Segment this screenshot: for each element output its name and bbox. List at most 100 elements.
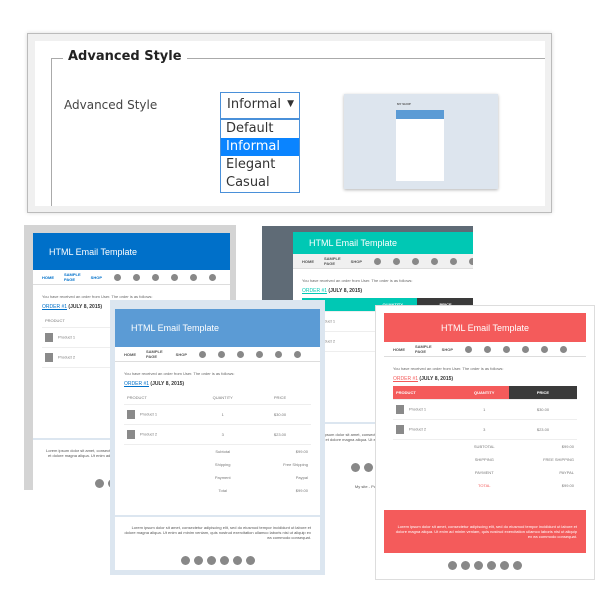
email-icon[interactable] <box>256 350 263 358</box>
nav-link-sample-page[interactable]: SAMPLE PAGE <box>324 256 341 266</box>
instagram-icon[interactable] <box>500 561 509 570</box>
flickr-icon[interactable] <box>469 257 473 265</box>
order-content: You have received an order from User. Th… <box>384 357 586 492</box>
google-plus-icon[interactable] <box>503 345 511 353</box>
facebook-icon[interactable] <box>114 273 122 281</box>
column-header: PRODUCT <box>42 314 112 328</box>
facebook-icon[interactable] <box>374 257 382 265</box>
email-icon[interactable] <box>487 561 496 570</box>
totals-row: Total $99.00 <box>124 484 311 497</box>
email-icon[interactable] <box>219 556 229 565</box>
facebook-icon[interactable] <box>199 350 206 358</box>
nav-link-home[interactable]: HOME <box>124 352 136 357</box>
intro-text: You have received an order from User. Th… <box>42 294 153 299</box>
spacer <box>393 466 460 479</box>
order-link[interactable]: ORDER #1 <box>302 288 327 294</box>
total-label: Payment <box>214 475 231 480</box>
table-header: PRODUCTQUANTITYPRICE <box>124 391 311 405</box>
option-informal[interactable]: Informal <box>221 138 299 156</box>
facebook-icon[interactable] <box>180 556 190 565</box>
twitter-icon[interactable] <box>461 561 470 570</box>
instagram-icon[interactable] <box>232 556 242 565</box>
flickr-icon[interactable] <box>245 556 255 565</box>
email-body: HTML Email Template HOME SAMPLE PAGE SHOP Yo… <box>384 313 586 575</box>
nav-link-home[interactable]: HOME <box>42 275 54 280</box>
spacer <box>393 479 460 492</box>
totals-row: Payment Paypal <box>393 466 577 479</box>
product-cell: Product 1 <box>393 399 460 420</box>
twitter-icon[interactable] <box>364 463 373 472</box>
nav-link-sample-page[interactable]: SAMPLE PAGE <box>415 344 432 354</box>
product-image <box>45 353 53 362</box>
order-link[interactable]: ORDER #1 <box>393 376 418 382</box>
order-link[interactable]: ORDER #1 <box>42 304 67 310</box>
social-icons <box>112 273 226 281</box>
nav-link-sample-page[interactable]: SAMPLE PAGE <box>146 349 166 359</box>
email-icon[interactable] <box>171 273 179 281</box>
nav-link-home[interactable]: HOME <box>302 259 314 264</box>
facebook-icon[interactable] <box>465 345 473 353</box>
twitter-icon[interactable] <box>393 257 401 265</box>
option-default[interactable]: Default <box>221 120 299 138</box>
order-link[interactable]: ORDER #1 <box>124 381 149 387</box>
footer-lorem: Lorem ipsum dolor sit amet, consectetur … <box>124 525 311 540</box>
instagram-icon[interactable] <box>450 257 458 265</box>
flickr-icon[interactable] <box>513 561 522 570</box>
flickr-icon[interactable] <box>209 273 217 281</box>
nav-link-home[interactable]: HOME <box>393 347 405 352</box>
preview-shop-logo: MY SHOP <box>397 102 411 106</box>
order-table: PRODUCTQUANTITYPRICEProduct 11$30.00Prod… <box>124 391 311 497</box>
facebook-icon[interactable] <box>448 561 457 570</box>
total-label: Subtotal <box>215 449 231 454</box>
google-plus-icon[interactable] <box>412 257 420 265</box>
spacer <box>124 458 196 471</box>
product-name: Product 2 <box>140 431 158 437</box>
nav-link-shop[interactable]: SHOP <box>91 275 102 280</box>
total-value: Free Shipping <box>543 457 574 462</box>
table-header: PRODUCTQUANTITYPRICE <box>393 386 577 400</box>
fieldset-legend: Advanced Style <box>63 49 187 64</box>
email-title: HTML Email Template <box>131 323 220 333</box>
advanced-style-select[interactable]: Informal ▼ <box>220 92 300 119</box>
facebook-icon[interactable] <box>351 463 360 472</box>
product-cell: Product 2 <box>124 424 197 445</box>
option-elegant[interactable]: Elegant <box>221 156 299 174</box>
flickr-icon[interactable] <box>560 345 568 353</box>
totals-row: Payment Paypal <box>124 471 311 484</box>
nav-link-sample-page[interactable]: SAMPLE PAGE <box>64 272 81 282</box>
order-table: PRODUCTQUANTITYPRICEProduct 11$30.00Prod… <box>393 386 577 492</box>
spacer <box>42 368 111 382</box>
option-casual[interactable]: Casual <box>221 174 299 192</box>
instagram-icon[interactable] <box>275 350 282 358</box>
social-icons <box>463 345 577 353</box>
instagram-icon[interactable] <box>541 345 549 353</box>
twitter-icon[interactable] <box>484 345 492 353</box>
intro-text: You have received an order from User. Th… <box>393 366 504 371</box>
email-nav: HOME SAMPLE PAGE SHOP <box>33 270 230 285</box>
nav-link-shop[interactable]: SHOP <box>176 352 187 357</box>
google-plus-icon[interactable] <box>474 561 483 570</box>
facebook-icon[interactable] <box>94 479 104 488</box>
email-icon[interactable] <box>431 257 439 265</box>
google-plus-icon[interactable] <box>152 273 160 281</box>
instagram-icon[interactable] <box>190 273 198 281</box>
product-name: Product 2 <box>58 354 76 360</box>
twitter-icon[interactable] <box>218 350 225 358</box>
nav-link-shop[interactable]: SHOP <box>351 259 362 264</box>
twitter-icon[interactable] <box>133 273 141 281</box>
total-label: Total <box>218 488 227 493</box>
flickr-icon[interactable] <box>294 350 301 358</box>
column-header: QUANTITY <box>459 386 509 400</box>
product-image <box>127 410 135 419</box>
twitter-icon[interactable] <box>193 556 203 565</box>
social-icons <box>197 350 311 358</box>
email-icon[interactable] <box>522 345 530 353</box>
style-options-list: Default Informal Elegant Casual <box>220 119 300 193</box>
email-header: HTML Email Template <box>115 309 320 347</box>
nav-link-shop[interactable]: SHOP <box>442 347 453 352</box>
footer-social-icons <box>384 553 586 575</box>
google-plus-icon[interactable] <box>206 556 216 565</box>
column-header: PRICE <box>249 391 311 405</box>
selected-value: Informal <box>227 97 281 112</box>
google-plus-icon[interactable] <box>237 350 244 358</box>
